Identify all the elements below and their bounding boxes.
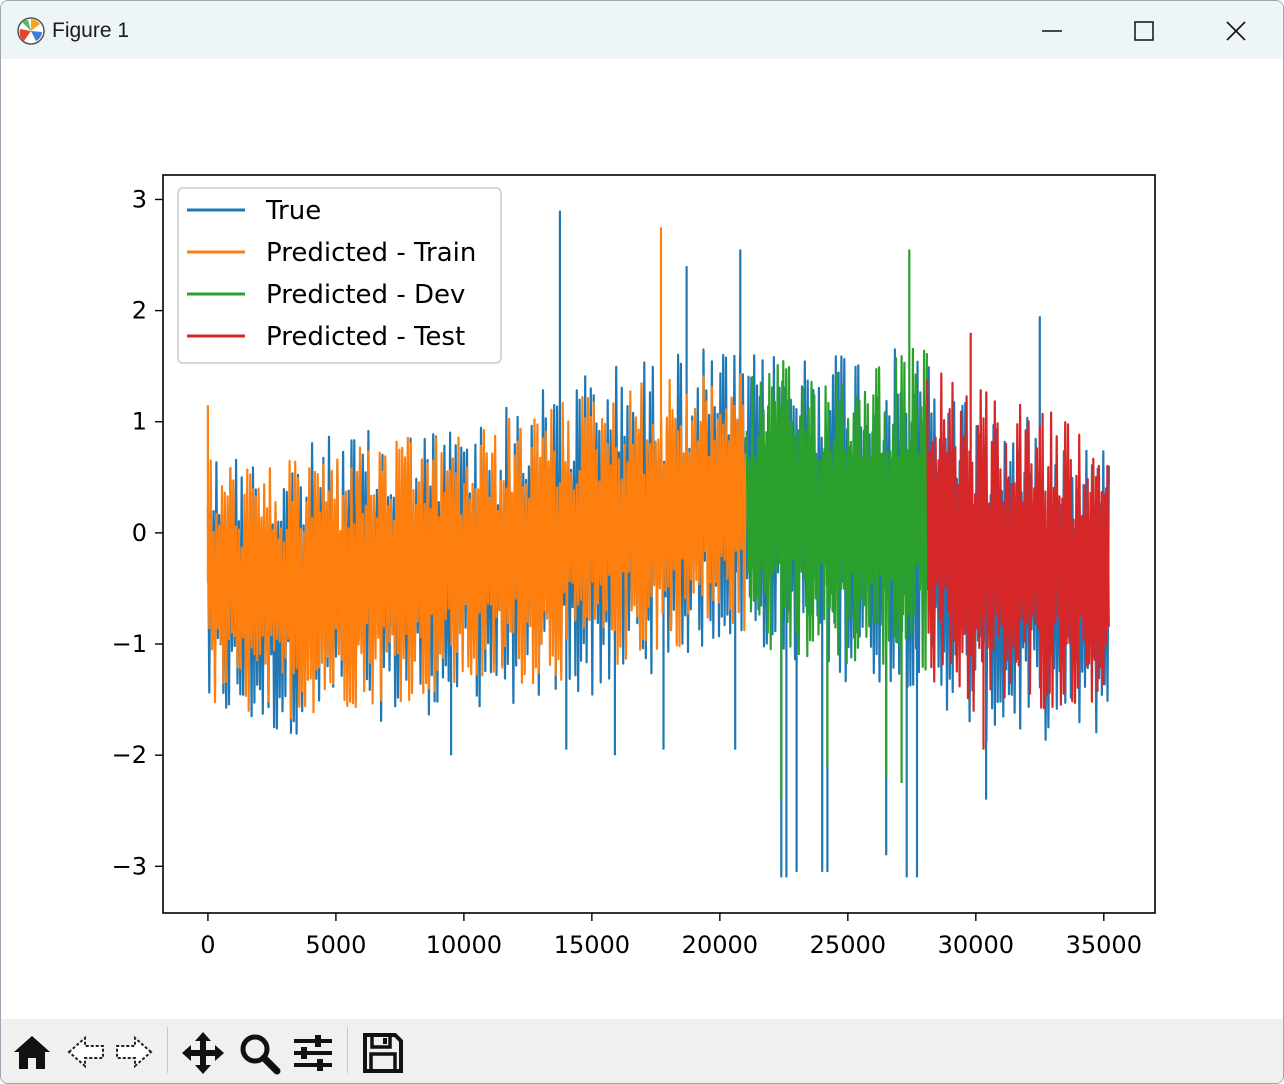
x-tick-label: 30000 <box>938 931 1014 959</box>
y-tick-label: 1 <box>132 408 147 436</box>
y-tick-label: −1 <box>112 630 147 658</box>
close-icon <box>1226 21 1246 41</box>
x-tick-label: 10000 <box>426 931 502 959</box>
y-tick-label: 0 <box>132 519 147 547</box>
back-arrow-icon <box>67 1035 104 1069</box>
y-tick-label: 2 <box>132 297 147 325</box>
figure-window: Figure 1 0 5000 10000 15000 20000 25000 30000 3… <box>0 0 1284 1084</box>
navigation-toolbar <box>1 1019 1283 1083</box>
x-tick-label: 25000 <box>810 931 886 959</box>
title-bar: Figure 1 <box>1 1 1283 59</box>
x-tick-label: 20000 <box>682 931 758 959</box>
pan-icon <box>182 1032 224 1074</box>
y-tick-label: 3 <box>132 185 147 213</box>
toolbar-separator <box>167 1027 168 1073</box>
pan-button[interactable] <box>177 1025 227 1077</box>
maximize-button[interactable] <box>1097 1 1189 59</box>
legend-label: Predicted - Test <box>266 322 465 352</box>
x-tick-label: 5000 <box>305 931 366 959</box>
legend-label: Predicted - Dev <box>266 280 465 310</box>
maximize-icon <box>1134 21 1154 41</box>
zoom-button[interactable] <box>233 1025 283 1077</box>
x-axis: 0 5000 10000 15000 20000 25000 30000 35000 <box>200 913 1142 959</box>
window-title: Figure 1 <box>52 19 130 42</box>
x-tick-label: 0 <box>200 931 215 959</box>
y-axis: 3 2 1 0 −1 −2 −3 <box>112 185 163 880</box>
x-tick-label: 15000 <box>554 931 630 959</box>
save-icon <box>363 1033 403 1073</box>
close-button[interactable] <box>1189 1 1281 59</box>
figure-canvas[interactable]: 0 5000 10000 15000 20000 25000 30000 35000 3 2 1 0… <box>1 59 1283 1019</box>
zoom-icon <box>240 1034 281 1075</box>
y-tick-label: −2 <box>112 741 147 769</box>
home-icon <box>14 1036 50 1069</box>
back-button[interactable] <box>61 1025 111 1077</box>
series-line <box>745 249 928 800</box>
legend-label: Predicted - Train <box>266 238 476 268</box>
matplotlib-logo-icon <box>17 17 45 45</box>
configure-subplots-button[interactable] <box>287 1025 337 1077</box>
y-tick-label: −3 <box>112 852 147 880</box>
minimize-icon <box>1042 30 1062 32</box>
home-button[interactable] <box>7 1025 57 1077</box>
forward-button[interactable] <box>109 1025 159 1077</box>
line-chart: 0 5000 10000 15000 20000 25000 30000 35000 3 2 1 0… <box>112 174 1156 959</box>
subplots-icon <box>294 1035 332 1071</box>
toolbar-separator <box>347 1027 348 1073</box>
x-tick-label: 35000 <box>1066 931 1142 959</box>
series-line <box>926 332 1110 750</box>
save-button[interactable] <box>357 1025 407 1077</box>
minimize-button[interactable] <box>1005 1 1097 59</box>
legend: True Predicted - Train Predicted - Dev Pred… <box>177 187 502 364</box>
legend-label: True <box>265 196 321 226</box>
forward-arrow-icon <box>116 1035 153 1069</box>
